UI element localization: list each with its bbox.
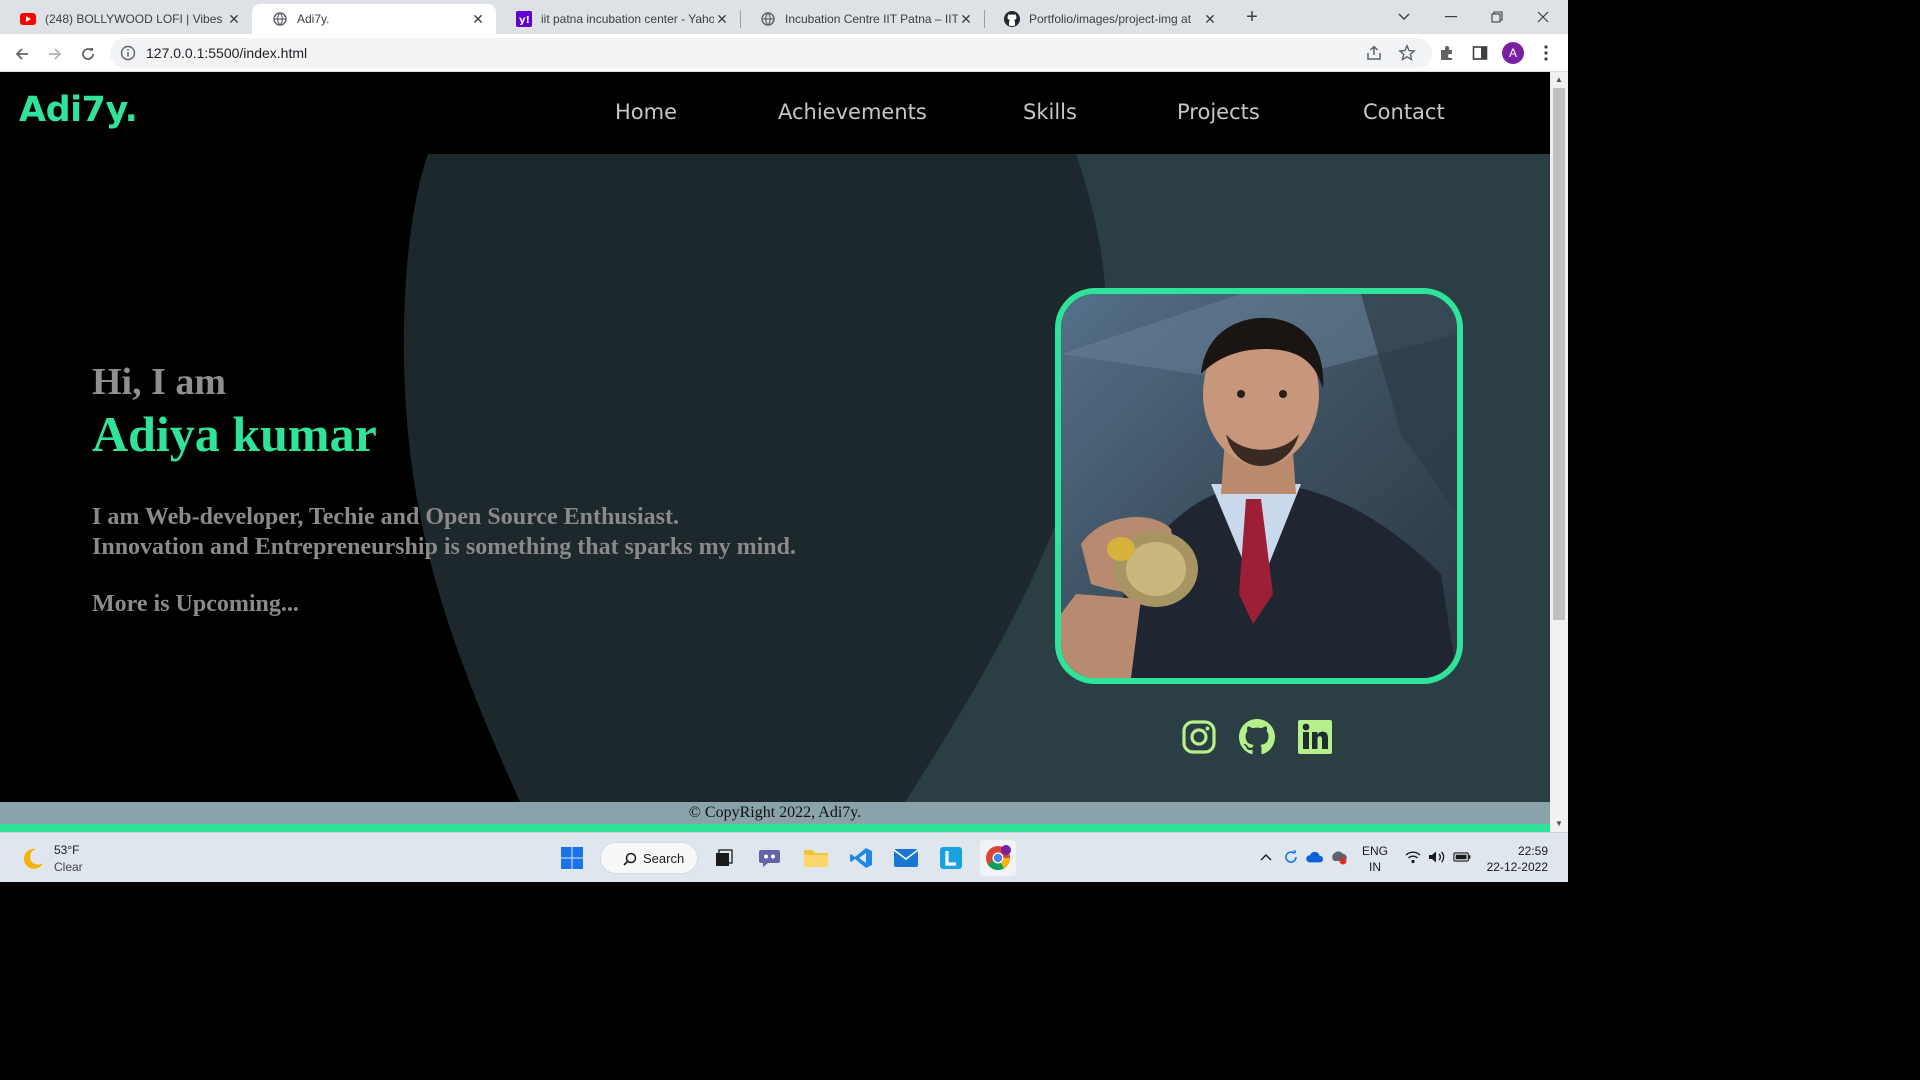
close-tab-icon[interactable]: ✕ [470,11,486,28]
search-icon [623,852,637,866]
nav-home[interactable]: Home [615,100,677,124]
system-clock[interactable]: 22:59 22-12-2022 [1484,843,1548,875]
close-window-button[interactable] [1520,0,1566,34]
svg-text:y!: y! [519,15,530,26]
clock-date: 22-12-2022 [1486,860,1548,874]
tab-title: Adi7y. [297,12,330,26]
restore-button[interactable] [1474,0,1520,34]
show-hidden-icons-chevron-icon[interactable] [1257,848,1275,866]
tab-adi7y[interactable]: Adi7y. ✕ [252,4,496,34]
network-status-icon[interactable] [1330,848,1348,866]
new-tab-button[interactable]: + [1240,6,1264,30]
chrome-icon[interactable] [980,840,1016,876]
nav-contact[interactable]: Contact [1363,100,1445,124]
instagram-icon[interactable] [1181,719,1217,755]
language-line-1: ENG [1362,844,1389,858]
globe-icon [272,11,288,27]
file-explorer-icon[interactable] [800,842,832,874]
scroll-down-arrow-icon[interactable]: ▼ [1554,819,1564,829]
tab-title: Incubation Centre IIT Patna – IIT P [785,12,958,26]
copyright-text: © CopyRight 2022, Adi7y. [688,804,862,821]
app-l-icon[interactable] [935,842,967,874]
page-scrollbar[interactable]: ▲ ▼ [1550,72,1568,832]
youtube-icon [20,11,36,27]
teams-chat-icon[interactable] [754,842,786,874]
extensions-icon[interactable] [1436,42,1458,64]
tab-title: iit patna incubation center - Yaho [541,12,714,26]
site-footer: © CopyRight 2022, Adi7y. [0,802,1550,824]
nav-projects[interactable]: Projects [1177,100,1260,124]
linkedin-icon[interactable] [1297,719,1333,755]
vscode-icon[interactable] [845,842,877,874]
bio-line-2: Innovation and Entrepreneurship is somet… [92,534,796,560]
yahoo-icon: y! [516,11,532,27]
volume-icon[interactable] [1428,848,1446,866]
bookmark-star-icon[interactable] [1398,44,1416,62]
tab-youtube[interactable]: (248) BOLLYWOOD LOFI | Vibes | ✕ [0,4,252,34]
web-page: Adi7y. Home Achievements Skills Projects… [0,72,1550,832]
github-icon [1004,11,1020,27]
share-icon[interactable] [1365,44,1383,62]
close-tab-icon[interactable]: ✕ [958,11,974,28]
wifi-icon[interactable] [1404,848,1422,866]
mail-icon[interactable] [890,842,922,874]
tab-incubation[interactable]: Incubation Centre IIT Patna – IIT P ✕ [740,4,984,34]
tab-strip: (248) BOLLYWOOD LOFI | Vibes | ✕ Adi7y. … [0,0,1568,34]
minimize-button[interactable] [1428,0,1474,34]
close-tab-icon[interactable]: ✕ [714,11,730,28]
hero-greeting: Hi, I am [92,361,227,403]
scrollbar-thumb[interactable] [1553,88,1565,620]
profile-photo [1055,288,1463,684]
globe-icon [760,11,776,27]
bio-line-1: I am Web-developer, Techie and Open Sour… [92,504,679,530]
task-view-icon[interactable] [708,842,740,874]
close-tab-icon[interactable]: ✕ [226,11,242,28]
forward-button[interactable] [41,40,69,68]
scroll-up-arrow-icon[interactable]: ▲ [1554,75,1564,85]
nav-skills[interactable]: Skills [1023,100,1077,124]
weather-temperature[interactable]: 53°F [54,843,79,857]
profile-initial: A [1502,42,1524,64]
start-button[interactable] [556,842,588,874]
nav-achievements[interactable]: Achievements [778,100,927,124]
hero-name: Adiya kumar [92,406,377,462]
github-icon[interactable] [1239,719,1275,755]
hero-bio: I am Web-developer, Techie and Open Sour… [92,502,796,562]
clock-time: 22:59 [1517,844,1548,858]
onedrive-icon[interactable] [1306,848,1324,866]
side-panel-icon[interactable] [1469,42,1491,64]
windows-taskbar: 53°F Clear Search ENG IN 22:59 22-12-202… [0,832,1568,882]
language-indicator[interactable]: ENG IN [1362,843,1388,875]
weather-condition[interactable]: Clear [54,860,83,874]
profile-avatar[interactable]: A [1502,42,1524,64]
site-info-icon[interactable] [120,45,136,61]
site-logo[interactable]: Adi7y. [19,90,138,130]
site-header: Adi7y. Home Achievements Skills Projects… [0,72,1550,154]
hero-more-upcoming: More is Upcoming... [92,591,299,617]
tab-title: Portfolio/images/project-img at [1029,12,1192,26]
search-label: Search [643,850,685,866]
url-text: 127.0.0.1:5500/index.html [146,45,308,61]
browser-toolbar: 127.0.0.1:5500/index.html A [0,34,1568,72]
sync-icon[interactable] [1282,848,1300,866]
menu-icon[interactable] [1535,42,1557,64]
back-button[interactable] [8,40,36,68]
tab-github[interactable]: Portfolio/images/project-img at ✕ [984,4,1228,34]
close-tab-icon[interactable]: ✕ [1202,11,1218,28]
battery-icon[interactable] [1453,848,1471,866]
language-line-2: IN [1369,860,1381,874]
reload-button[interactable] [74,40,102,68]
moon-icon[interactable] [20,846,46,872]
hero-section: Hi, I am Adiya kumar I am Web-developer,… [0,154,1550,802]
tab-yahoo[interactable]: y! iit patna incubation center - Yaho ✕ [496,4,740,34]
tab-title: (248) BOLLYWOOD LOFI | Vibes | [45,12,226,26]
taskbar-search[interactable]: Search [600,842,698,874]
profile-photo-illustration [1061,294,1457,678]
tab-search-button[interactable] [1381,0,1427,34]
footer-accent-bar [0,824,1550,832]
address-bar[interactable]: 127.0.0.1:5500/index.html [110,38,1432,68]
